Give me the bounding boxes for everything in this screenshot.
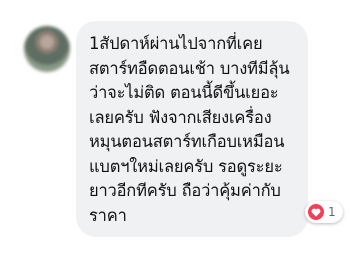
comment-line: ว่าจะไม่ติด ตอนนี้ดีขึ้นเยอะ xyxy=(89,83,279,102)
comment-line: ยาวอีกทีครับ ถือว่าคุ้มค่ากับ xyxy=(89,181,281,200)
comment-line: ราคา xyxy=(89,205,127,225)
comment-text: 1สัปดาห์ผ่านไปจากที่เคย สตาร์ทอืดตอนเช้า… xyxy=(89,32,300,228)
comment-line: 1สัปดาห์ผ่านไปจากที่เคย xyxy=(89,34,263,53)
comment-line: สตาร์ทอืดตอนเช้า บางทีมีลุ้น xyxy=(89,58,290,78)
comment-line: หมุนตอนสตาร์ทเกือบเหมือน xyxy=(89,132,285,151)
comment-line: แบตฯใหม่เลยครับ รอดูระยะ xyxy=(89,156,283,176)
heart-icon xyxy=(308,204,324,220)
avatar[interactable] xyxy=(24,26,70,72)
reaction-badge[interactable]: 1 xyxy=(305,201,343,223)
comment-line: เลยครับ ฟังจากเสียงเครื่อง xyxy=(89,107,272,127)
comment-bubble: 1สัปดาห์ผ่านไปจากที่เคย สตาร์ทอืดตอนเช้า… xyxy=(76,21,308,237)
reaction-count: 1 xyxy=(328,205,336,219)
